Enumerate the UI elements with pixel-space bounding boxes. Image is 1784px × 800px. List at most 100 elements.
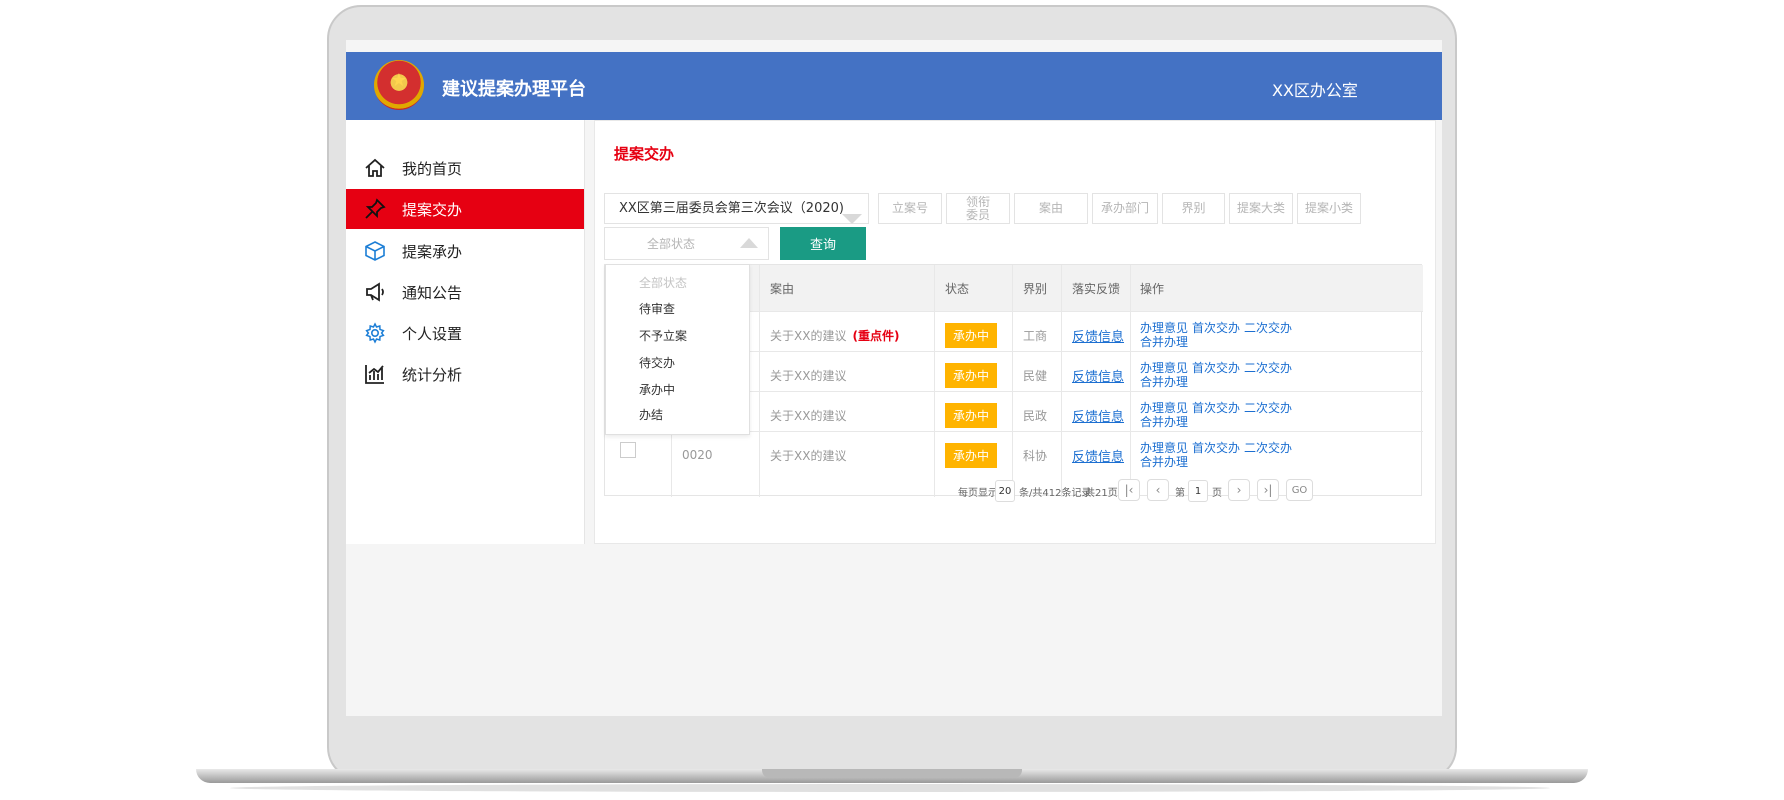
column-divider bbox=[934, 265, 935, 497]
chevron-up-icon bbox=[740, 238, 758, 248]
status-option-rejected[interactable]: 不予立案 bbox=[639, 327, 687, 344]
page-title: 提案交办 bbox=[614, 145, 675, 163]
header-status: 状态 bbox=[945, 281, 970, 296]
feedback-link[interactable]: 反馈信息 bbox=[1072, 326, 1124, 345]
per-page-input[interactable]: 20 bbox=[995, 480, 1015, 502]
status-select[interactable]: 全部状态 bbox=[604, 227, 769, 260]
second-assign-link[interactable]: 二次交办 bbox=[1244, 361, 1292, 375]
row-status: 承办中 bbox=[945, 432, 998, 478]
feedback-link[interactable]: 反馈信息 bbox=[1072, 406, 1124, 425]
chart-icon bbox=[362, 361, 388, 387]
sidebar-item-label: 提案交办 bbox=[402, 200, 463, 219]
filter-reason[interactable]: 案由 bbox=[1014, 193, 1088, 224]
main-content: 提案交办 XX区第三届委员会第三次会议（2020) 立案号 领衔委员 案由 承办… bbox=[594, 120, 1436, 544]
handling-opinion-link[interactable]: 办理意见 bbox=[1140, 441, 1188, 455]
first-page-icon: |‹ bbox=[1124, 483, 1134, 497]
org-name[interactable]: XX区办公室 bbox=[1272, 77, 1358, 101]
prev-page-button[interactable]: ‹ bbox=[1147, 479, 1169, 501]
home-icon bbox=[362, 155, 388, 181]
status-dropdown: 全部状态 待审查 不予立案 待交办 承办中 办结 bbox=[605, 264, 750, 435]
sidebar-item-notice[interactable]: 通知公告 bbox=[346, 272, 584, 312]
feedback-link[interactable]: 反馈信息 bbox=[1072, 446, 1124, 465]
chevron-down-icon bbox=[842, 214, 862, 224]
second-assign-link[interactable]: 二次交办 bbox=[1244, 441, 1292, 455]
filter-sector[interactable]: 界别 bbox=[1162, 193, 1225, 224]
sidebar-item-label: 个人设置 bbox=[402, 324, 463, 343]
sidebar-item-stats[interactable]: 统计分析 bbox=[346, 354, 584, 394]
handling-opinion-link[interactable]: 办理意见 bbox=[1140, 321, 1188, 335]
row-actions: 办理意见 首次交办 二次交办 合并办理 bbox=[1140, 432, 1296, 478]
filter-lead-member[interactable]: 领衔委员 bbox=[946, 193, 1010, 224]
chevron-right-icon: › bbox=[1236, 483, 1242, 497]
filter-department[interactable]: 承办部门 bbox=[1092, 193, 1158, 224]
filter-major-category[interactable]: 提案大类 bbox=[1229, 193, 1293, 224]
sidebar-item-label: 提案承办 bbox=[402, 242, 463, 261]
pin-icon bbox=[362, 196, 388, 222]
status-option-done[interactable]: 办结 bbox=[639, 406, 663, 423]
merge-link[interactable]: 合并办理 bbox=[1140, 415, 1188, 429]
status-badge: 承办中 bbox=[945, 402, 998, 428]
reason-text: 关于XX的建议 bbox=[770, 328, 847, 343]
laptop-shadow bbox=[230, 784, 1550, 792]
status-badge: 承办中 bbox=[945, 442, 998, 468]
filter-lead-member-label: 领衔委员 bbox=[965, 194, 990, 222]
status-select-placeholder: 全部状态 bbox=[647, 237, 696, 251]
status-option-in-progress[interactable]: 承办中 bbox=[639, 381, 675, 398]
cube-icon bbox=[362, 238, 388, 264]
status-option-pending-assign[interactable]: 待交办 bbox=[639, 354, 675, 371]
handling-opinion-link[interactable]: 办理意见 bbox=[1140, 361, 1188, 375]
sidebar-item-settings[interactable]: 个人设置 bbox=[346, 313, 584, 353]
last-page-button[interactable]: ›| bbox=[1257, 479, 1279, 501]
row-sector: 科协 bbox=[1023, 448, 1048, 463]
last-page-icon: ›| bbox=[1263, 483, 1273, 497]
header-reason: 案由 bbox=[770, 281, 795, 296]
row-checkbox[interactable] bbox=[620, 442, 636, 458]
table-row: 0020 关于XX的建议 承办中 科协 反馈信息 办理意见 首次交办 二次交办 合并… bbox=[605, 431, 1423, 477]
page-suffix: 页 bbox=[1212, 487, 1222, 499]
sidebar-item-undertake[interactable]: 提案承办 bbox=[346, 231, 584, 271]
status-badge: 承办中 bbox=[945, 322, 998, 348]
site-title: 建议提案办理平台 bbox=[442, 79, 586, 100]
sidebar: 我的首页 提案交办 提案承办 通知公告 个人设置 统计分析 bbox=[346, 120, 585, 544]
feedback-link[interactable]: 反馈信息 bbox=[1072, 366, 1124, 385]
chevron-left-icon: ‹ bbox=[1155, 483, 1161, 497]
query-button[interactable]: 查询 bbox=[780, 227, 866, 260]
header-feedback: 落实反馈 bbox=[1072, 281, 1121, 296]
screen: ★ 建议提案办理平台 XX区办公室 我的首页 提案交办 提案承办 通知公告 个人… bbox=[346, 40, 1442, 716]
megaphone-icon bbox=[362, 279, 388, 305]
laptop-notch bbox=[762, 769, 1022, 778]
per-page-label: 每页显示 bbox=[958, 487, 998, 499]
header-sector: 界别 bbox=[1023, 281, 1048, 296]
merge-link[interactable]: 合并办理 bbox=[1140, 455, 1188, 469]
merge-link[interactable]: 合并办理 bbox=[1140, 335, 1188, 349]
sidebar-item-assign[interactable]: 提案交办 bbox=[346, 189, 584, 229]
app-header: ★ 建议提案办理平台 XX区办公室 bbox=[346, 52, 1442, 120]
go-button[interactable]: GO bbox=[1286, 479, 1313, 501]
key-tag: (重点件) bbox=[852, 328, 900, 343]
handling-opinion-link[interactable]: 办理意见 bbox=[1140, 401, 1188, 415]
filter-case-number[interactable]: 立案号 bbox=[878, 193, 942, 224]
merge-link[interactable]: 合并办理 bbox=[1140, 375, 1188, 389]
meeting-select[interactable]: XX区第三届委员会第三次会议（2020) bbox=[604, 193, 869, 224]
first-page-button[interactable]: |‹ bbox=[1118, 479, 1140, 501]
sidebar-item-label: 我的首页 bbox=[402, 159, 463, 178]
meeting-select-value: XX区第三届委员会第三次会议（2020) bbox=[619, 201, 844, 216]
first-assign-link[interactable]: 首次交办 bbox=[1192, 361, 1240, 375]
page-input[interactable]: 1 bbox=[1188, 480, 1208, 502]
status-option-all[interactable]: 全部状态 bbox=[639, 274, 687, 291]
second-assign-link[interactable]: 二次交办 bbox=[1244, 321, 1292, 335]
sidebar-item-label: 统计分析 bbox=[402, 365, 463, 384]
row-feedback: 反馈信息 bbox=[1072, 432, 1124, 478]
first-assign-link[interactable]: 首次交办 bbox=[1192, 441, 1240, 455]
column-divider bbox=[759, 265, 760, 497]
sidebar-item-home[interactable]: 我的首页 bbox=[346, 148, 584, 188]
first-assign-link[interactable]: 首次交办 bbox=[1192, 401, 1240, 415]
column-divider bbox=[1061, 265, 1062, 497]
filter-minor-category[interactable]: 提案小类 bbox=[1297, 193, 1361, 224]
first-assign-link[interactable]: 首次交办 bbox=[1192, 321, 1240, 335]
second-assign-link[interactable]: 二次交办 bbox=[1244, 401, 1292, 415]
next-page-button[interactable]: › bbox=[1228, 479, 1250, 501]
row-reason: 关于XX的建议 bbox=[770, 448, 847, 463]
header-actions: 操作 bbox=[1140, 281, 1165, 296]
status-option-pending-review[interactable]: 待审查 bbox=[639, 300, 675, 317]
